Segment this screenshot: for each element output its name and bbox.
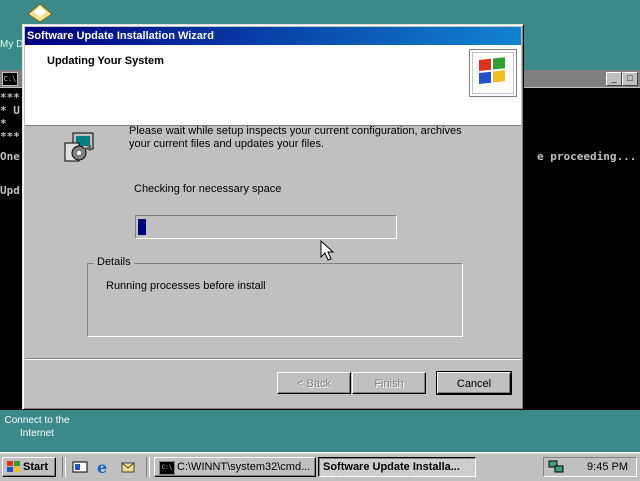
mouse-cursor-icon — [320, 240, 334, 261]
console-icon: C:\ — [159, 461, 175, 475]
progress-bar-fill — [138, 219, 146, 235]
outlook-express-icon[interactable] — [120, 459, 136, 475]
details-groupbox: Details Running processes before install — [87, 256, 463, 337]
svg-text:e: e — [97, 459, 107, 475]
taskbar-button-label: C:\WINNT\system32\cmd... — [177, 461, 311, 473]
taskbar-divider — [62, 457, 66, 477]
taskbar: Start e C:\ C:\WINNT\system32\cmd... Sof… — [0, 452, 640, 481]
desktop-icon-label-connect[interactable]: Connect to the Internet — [4, 414, 70, 440]
windows-flag-icon — [7, 461, 20, 472]
wizard-titlebar[interactable]: Software Update Installation Wizard — [25, 27, 521, 45]
taskbar-button-wizard[interactable]: Software Update Installa... — [318, 457, 476, 477]
console-line: *** — [0, 130, 20, 143]
taskbar-button-cmd[interactable]: C:\ C:\WINNT\system32\cmd... — [154, 457, 316, 477]
finish-button[interactable]: Finish — [352, 372, 426, 394]
taskbar-button-label: Software Update Installa... — [323, 461, 460, 473]
system-tray: 9:45 PM — [543, 457, 637, 477]
status-message: Please wait while setup inspects your cu… — [129, 125, 462, 150]
desktop-folder-icon[interactable] — [24, 0, 54, 22]
back-button[interactable]: < Back — [277, 372, 351, 394]
console-minimize-button[interactable]: _ — [606, 72, 622, 86]
start-label: Start — [23, 461, 49, 473]
progress-bar — [135, 215, 397, 239]
cancel-button[interactable]: Cancel — [436, 371, 512, 395]
taskbar-divider — [146, 457, 150, 477]
console-line: Upd — [0, 184, 20, 197]
setup-computer-icon — [64, 132, 94, 162]
console-maximize-button[interactable]: □ — [622, 72, 638, 86]
windows-logo-icon — [469, 49, 517, 97]
network-icon[interactable] — [548, 460, 564, 474]
clock[interactable]: 9:45 PM — [587, 460, 628, 474]
wizard-header-title: Updating Your System — [47, 55, 164, 67]
details-text: Running processes before install — [106, 280, 266, 292]
console-line: One — [0, 150, 20, 163]
wizard-dialog: Software Update Installation Wizard Upda… — [22, 24, 524, 410]
console-line: * U — [0, 104, 20, 117]
button-separator — [25, 358, 521, 360]
progress-label: Checking for necessary space — [134, 183, 282, 195]
internet-explorer-icon[interactable]: e — [96, 459, 112, 475]
console-line: * — [0, 117, 7, 130]
desktop-icon-label-top[interactable]: My D — [0, 39, 23, 50]
details-legend: Details — [94, 256, 134, 268]
console-line: *** — [0, 91, 20, 104]
show-desktop-icon[interactable] — [72, 459, 88, 475]
wizard-header: Updating Your System — [25, 45, 521, 126]
console-line-right: e proceeding... — [537, 150, 637, 163]
console-window-icon: C:\ — [2, 72, 18, 86]
start-button[interactable]: Start — [2, 457, 56, 477]
